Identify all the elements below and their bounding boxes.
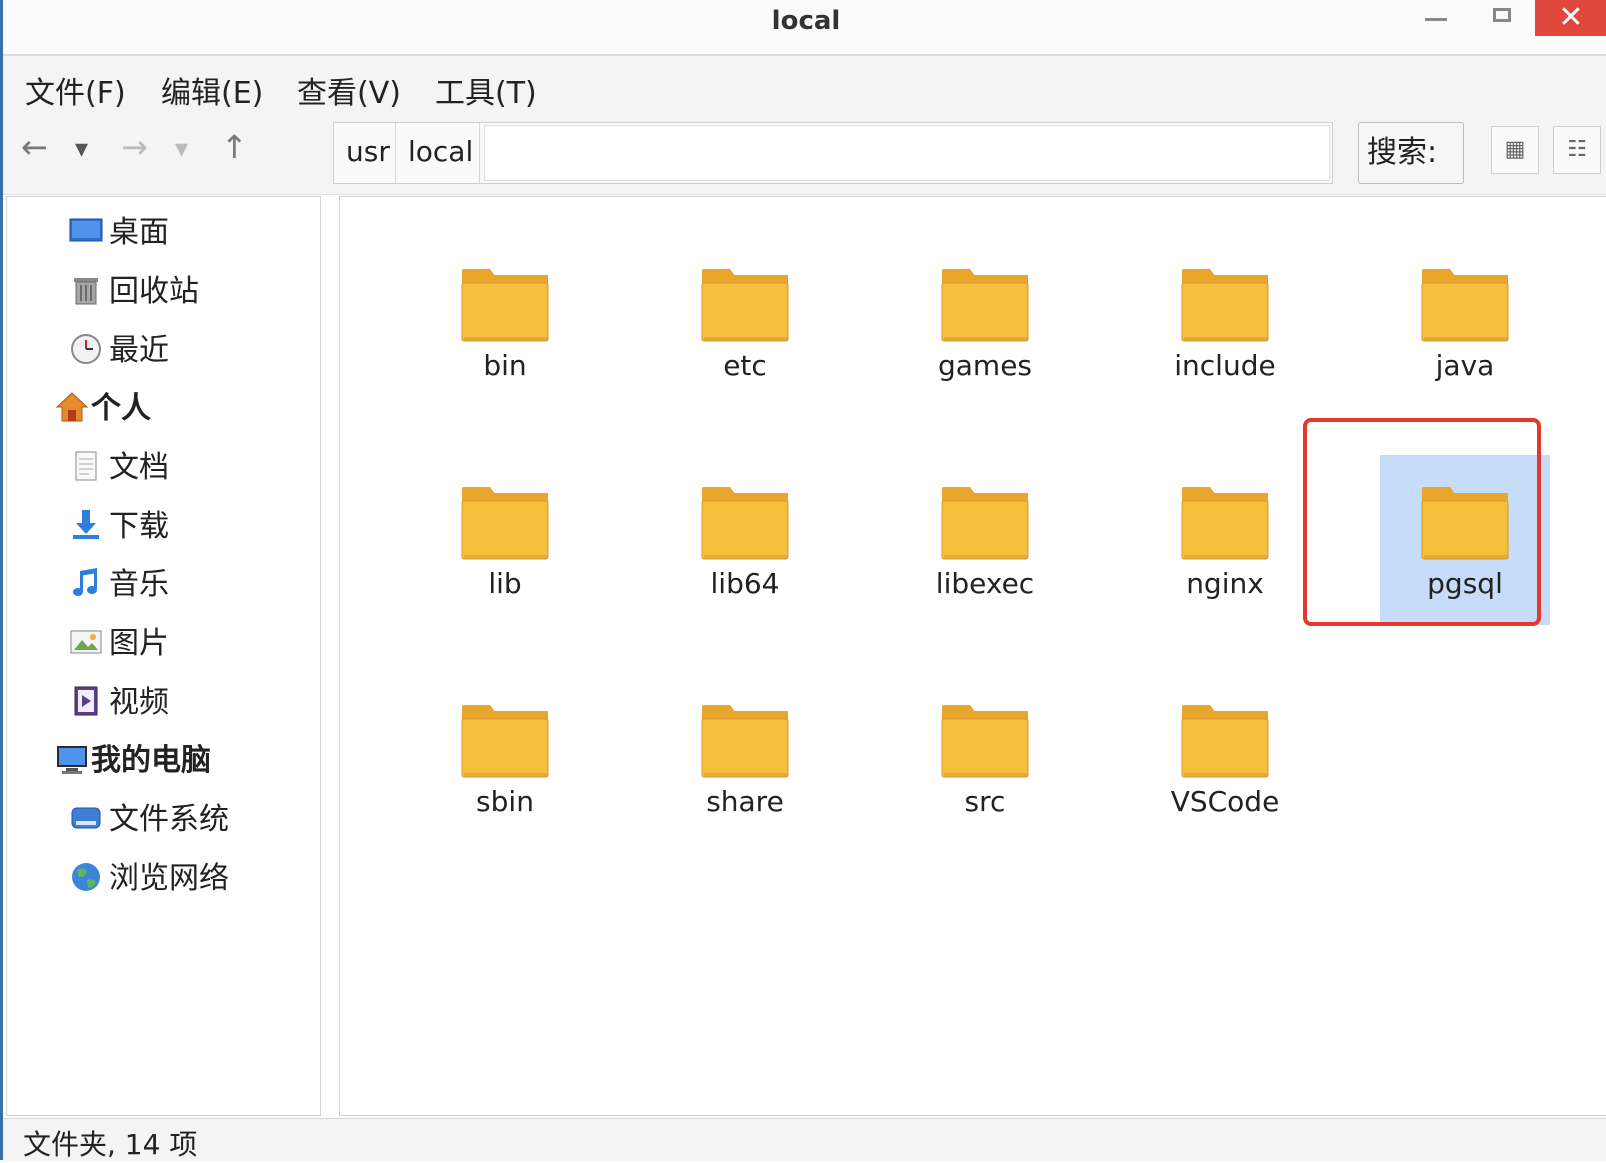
home-icon bbox=[55, 391, 89, 421]
path-bar: usr local bbox=[333, 122, 1333, 184]
icon-view-icon[interactable]: ▦ bbox=[1491, 126, 1539, 174]
sidebar-header-personal[interactable]: 个人 bbox=[55, 383, 151, 427]
folder-icon bbox=[701, 705, 789, 778]
sidebar-item-trash[interactable]: 回收站 bbox=[69, 266, 199, 316]
folder-item[interactable]: src bbox=[900, 673, 1070, 843]
close-button[interactable]: ✕ bbox=[1535, 0, 1606, 36]
sidebar-item-recent[interactable]: 最近 bbox=[69, 325, 169, 375]
toolbar: ← ▾ → ▾ ↑ usr local 搜索: ▦ ☷ bbox=[3, 114, 1606, 195]
folder-label: bin bbox=[483, 349, 527, 382]
forward-dropdown-icon[interactable]: ▾ bbox=[175, 134, 188, 164]
folder-icon bbox=[941, 705, 1029, 778]
sidebar: 桌面 回收站 最近 个人 文档 下载 音乐 图片 视频 我的电脑 文件系统 浏览… bbox=[6, 196, 321, 1116]
drive-icon bbox=[71, 807, 101, 828]
up-arrow-icon[interactable]: ↑ bbox=[221, 128, 248, 166]
clock-icon bbox=[71, 333, 101, 364]
folder-label: lib bbox=[488, 567, 522, 600]
folder-icon bbox=[1181, 487, 1269, 560]
sidebar-item-downloads[interactable]: 下载 bbox=[69, 501, 169, 551]
folder-label: games bbox=[937, 349, 1033, 382]
folder-label: src bbox=[964, 785, 1006, 818]
folder-label: sbin bbox=[476, 785, 534, 818]
folder-label: include bbox=[1174, 349, 1276, 382]
close-icon: ✕ bbox=[1558, 0, 1584, 35]
status-text: 文件夹, 14 项 bbox=[23, 1128, 198, 1161]
sidebar-item-music[interactable]: 音乐 bbox=[69, 559, 169, 609]
menu-view[interactable]: 查看(V) bbox=[297, 68, 401, 112]
list-view-icon[interactable]: ☷ bbox=[1553, 126, 1601, 174]
menu-file[interactable]: 文件(F) bbox=[25, 68, 126, 112]
download-icon bbox=[73, 509, 99, 539]
breadcrumb-local[interactable]: local bbox=[396, 123, 480, 183]
selection-highlight-box bbox=[1303, 418, 1541, 626]
maximize-button[interactable] bbox=[1473, 0, 1531, 36]
back-dropdown-icon[interactable]: ▾ bbox=[75, 134, 88, 164]
folder-icon bbox=[1181, 705, 1269, 778]
menu-bar: 文件(F) 编辑(E) 查看(V) 工具(T) bbox=[3, 56, 1606, 114]
video-icon bbox=[74, 686, 98, 715]
sidebar-item-desktop[interactable]: 桌面 bbox=[69, 207, 169, 257]
folder-label: VSCode bbox=[1170, 785, 1280, 818]
folder-icon bbox=[941, 269, 1029, 342]
computer-icon bbox=[57, 745, 87, 774]
folder-label: nginx bbox=[1186, 567, 1264, 600]
sidebar-item-documents[interactable]: 文档 bbox=[69, 442, 169, 492]
picture-icon bbox=[70, 630, 102, 653]
folder-icon bbox=[461, 269, 549, 342]
folder-label: etc bbox=[723, 349, 767, 382]
folder-icon bbox=[701, 269, 789, 342]
folder-item[interactable]: include bbox=[1140, 237, 1310, 407]
folder-label: lib64 bbox=[710, 567, 780, 600]
folder-label: libexec bbox=[935, 567, 1035, 600]
folder-icon bbox=[461, 487, 549, 560]
menu-edit[interactable]: 编辑(E) bbox=[161, 68, 263, 112]
folder-item[interactable]: libexec bbox=[900, 455, 1070, 625]
trash-icon bbox=[74, 277, 98, 304]
folder-item[interactable]: java bbox=[1380, 237, 1550, 407]
forward-arrow-icon[interactable]: → bbox=[121, 128, 148, 166]
folder-item[interactable]: share bbox=[660, 673, 830, 843]
search-button[interactable]: 搜索: bbox=[1358, 122, 1464, 184]
folder-icon bbox=[461, 705, 549, 778]
file-view: bin etc games include java lib lib64 libexec ngi… bbox=[339, 196, 1606, 1116]
minimize-button[interactable] bbox=[1405, 0, 1463, 36]
status-bar: 文件夹, 14 项 bbox=[3, 1118, 1606, 1161]
folder-item[interactable]: games bbox=[900, 237, 1070, 407]
globe-icon bbox=[72, 862, 100, 891]
folder-icon bbox=[941, 487, 1029, 560]
desktop-icon bbox=[69, 218, 103, 241]
sidebar-item-pictures[interactable]: 图片 bbox=[69, 618, 169, 668]
path-input[interactable] bbox=[484, 125, 1330, 181]
folder-item[interactable]: lib64 bbox=[660, 455, 830, 625]
back-arrow-icon[interactable]: ← bbox=[21, 128, 48, 166]
folder-label: share bbox=[706, 785, 784, 818]
folder-icon bbox=[1421, 269, 1509, 342]
folder-icon bbox=[701, 487, 789, 560]
sidebar-header-my-computer[interactable]: 我的电脑 bbox=[55, 735, 211, 779]
breadcrumb-usr[interactable]: usr bbox=[334, 123, 396, 183]
folder-item[interactable]: bin bbox=[420, 237, 590, 407]
folder-item[interactable]: etc bbox=[660, 237, 830, 407]
folder-item[interactable]: sbin bbox=[420, 673, 590, 843]
folder-item[interactable]: VSCode bbox=[1140, 673, 1310, 843]
menu-tools[interactable]: 工具(T) bbox=[435, 68, 537, 112]
folder-label: java bbox=[1435, 349, 1495, 382]
music-icon bbox=[73, 567, 97, 596]
title-bar[interactable]: local ✕ bbox=[3, 0, 1606, 56]
folder-icon bbox=[1181, 269, 1269, 342]
file-manager-window: local ✕ 文件(F) 编辑(E) 查看(V) 工具(T) ← ▾ → ▾ … bbox=[0, 0, 1606, 1161]
window-title: local bbox=[771, 6, 841, 36]
sidebar-item-videos[interactable]: 视频 bbox=[69, 677, 169, 727]
folder-item[interactable]: nginx bbox=[1140, 455, 1310, 625]
sidebar-item-filesystem[interactable]: 文件系统 bbox=[69, 794, 229, 844]
folder-item[interactable]: lib bbox=[420, 455, 590, 625]
document-icon bbox=[75, 451, 97, 480]
sidebar-item-network[interactable]: 浏览网络 bbox=[69, 853, 229, 903]
